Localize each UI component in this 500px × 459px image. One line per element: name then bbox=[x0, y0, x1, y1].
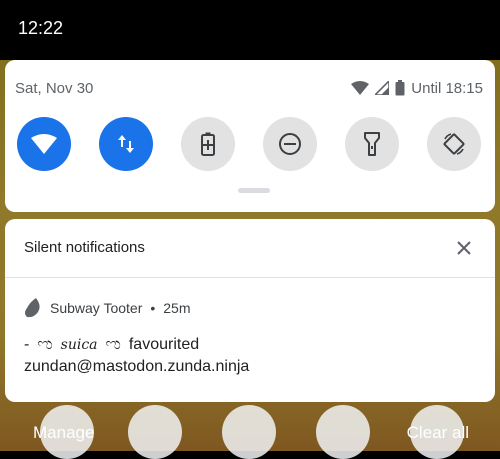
time-ago: 25m bbox=[163, 300, 191, 316]
prefix-dash: - bbox=[24, 336, 30, 353]
app-name: Subway Tooter bbox=[50, 300, 143, 316]
expand-handle[interactable] bbox=[238, 188, 270, 193]
subway-tooter-app-icon bbox=[25, 298, 40, 318]
decorative-swirl-right: ಌ bbox=[105, 336, 121, 353]
decorative-swirl-left: ಌ bbox=[37, 336, 53, 353]
rotate-icon bbox=[443, 133, 465, 155]
action-text: favourited bbox=[128, 336, 200, 353]
dnd-icon bbox=[279, 133, 301, 155]
status-bar: 12:22 bbox=[0, 0, 500, 60]
tile-battery-saver[interactable] bbox=[181, 117, 235, 171]
dismiss-section-button[interactable] bbox=[453, 237, 475, 259]
bottom-shelf: Manage Clear all bbox=[0, 402, 500, 459]
battery-saver-icon bbox=[201, 132, 215, 156]
notification-card: Silent notifications Subway Tooter • 25m… bbox=[5, 219, 495, 402]
quick-settings-tiles bbox=[17, 117, 483, 171]
battery-icon bbox=[395, 80, 405, 96]
qs-date[interactable]: Sat, Nov 30 bbox=[15, 80, 93, 97]
silent-notifications-header: Silent notifications bbox=[5, 219, 495, 278]
notification-body[interactable]: - ಌ suica ಌ favourited zundan@mastodon.z… bbox=[24, 334, 249, 378]
wifi-signal-icon bbox=[351, 81, 370, 95]
separator-dot: • bbox=[150, 300, 156, 316]
notification-line-1: - ಌ suica ಌ favourited bbox=[24, 334, 249, 356]
notification-app-row[interactable]: Subway Tooter • 25m bbox=[24, 297, 191, 319]
flashlight-icon bbox=[364, 132, 380, 156]
tile-do-not-disturb[interactable] bbox=[263, 117, 317, 171]
quick-settings-panel: Sat, Nov 30 Until 18:15 bbox=[5, 60, 495, 212]
qs-status-icons: Until 18:15 bbox=[351, 78, 483, 98]
tile-mobile-data[interactable] bbox=[99, 117, 153, 171]
tile-wifi[interactable] bbox=[17, 117, 71, 171]
battery-time-remaining: Until 18:15 bbox=[411, 79, 483, 97]
status-time: 12:22 bbox=[18, 18, 64, 38]
data-arrows-icon bbox=[118, 135, 134, 153]
clear-all-button[interactable]: Clear all bbox=[407, 423, 469, 443]
tile-flashlight[interactable] bbox=[345, 117, 399, 171]
display-name: suica bbox=[60, 337, 98, 353]
cell-signal-icon bbox=[375, 81, 390, 95]
tile-auto-rotate[interactable] bbox=[427, 117, 481, 171]
account-handle: zundan@mastodon.zunda.ninja bbox=[24, 358, 250, 375]
close-icon bbox=[457, 241, 471, 255]
section-title: Silent notifications bbox=[24, 239, 145, 256]
wifi-icon bbox=[31, 134, 57, 154]
manage-button[interactable]: Manage bbox=[33, 423, 94, 443]
